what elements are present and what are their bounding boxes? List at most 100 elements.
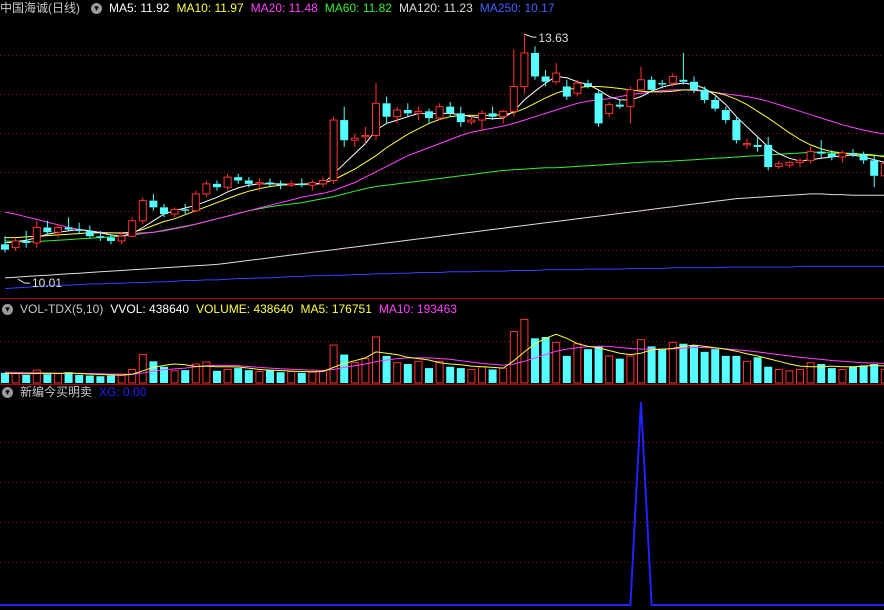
chevron-down-icon[interactable]: ▾	[91, 2, 102, 14]
candle-body	[679, 79, 688, 82]
volume-bar-40	[425, 368, 433, 383]
volume-bar-52	[552, 341, 561, 384]
volume-bar-72	[764, 366, 773, 383]
volume-bar-8	[85, 375, 94, 383]
indicator-values: XG: 0.00	[99, 384, 153, 400]
volume-bar-2	[22, 374, 31, 383]
candle-52	[552, 63, 561, 85]
candle-body	[870, 160, 879, 176]
candle-body	[859, 154, 868, 161]
candle-14	[149, 193, 158, 211]
volume-bar-37	[393, 362, 402, 384]
candle-56	[594, 89, 603, 127]
candle-36	[382, 96, 391, 124]
candle-30	[319, 177, 327, 188]
candle-58	[615, 99, 624, 109]
candle-body	[753, 144, 762, 147]
volume-values: VVOL: 438640 VOLUME: 438640 MA5: 176751 MA1…	[110, 301, 464, 317]
candle-body	[467, 119, 476, 123]
candle-body	[806, 151, 815, 161]
volume-bar-28	[297, 372, 306, 383]
candle-body	[849, 152, 857, 155]
candle-79	[838, 150, 847, 163]
candle-45	[478, 110, 486, 131]
candle-13	[138, 197, 147, 225]
candle-49	[520, 34, 529, 94]
volume-bar-22	[234, 368, 243, 383]
candle-64	[679, 52, 688, 85]
candle-body	[107, 237, 115, 241]
candle-18	[191, 190, 200, 213]
candle-body	[170, 208, 179, 215]
candle-26	[276, 180, 285, 190]
volume-bar-17	[181, 370, 190, 383]
volume-bar-49	[520, 318, 529, 384]
volume-bar-55	[584, 349, 592, 383]
candle-body	[594, 93, 603, 124]
candle-body	[743, 143, 751, 146]
candle-body	[647, 79, 656, 90]
volume-bar-20	[213, 370, 221, 383]
indicator-label-0: XG: 0.00	[99, 385, 147, 399]
candle-body	[244, 180, 253, 184]
candle-12	[128, 217, 137, 238]
candle-body	[435, 106, 444, 119]
volume-bar-30	[319, 370, 327, 384]
volume-bar-44	[467, 368, 476, 384]
candle-body	[584, 83, 592, 87]
candle-body	[552, 72, 561, 83]
volume-bar-66	[700, 351, 709, 383]
volume-bar-5	[54, 373, 62, 384]
volume-bar-70	[743, 360, 751, 384]
candle-body	[297, 183, 306, 186]
candle-body	[149, 200, 158, 208]
candle-body	[54, 227, 62, 233]
candle-body	[732, 120, 741, 141]
candle-22	[234, 173, 243, 184]
volume-bar-7	[75, 374, 84, 383]
candle-29	[308, 179, 317, 191]
volume-moving-averages	[4, 333, 884, 376]
volume-bar-60	[637, 339, 645, 384]
volume-bar-76	[806, 362, 815, 384]
volume-bar-59	[626, 355, 635, 384]
candle-66	[700, 86, 709, 104]
volume-bar-67	[711, 349, 720, 383]
candle-body	[838, 152, 847, 158]
candle-35	[372, 83, 380, 141]
candle-38	[403, 103, 412, 117]
volume-bar-14	[149, 361, 158, 383]
volume-label-0: VVOL: 438640	[110, 302, 190, 316]
volume-bar-57	[605, 355, 614, 384]
candle-body	[361, 135, 370, 138]
ma-label-4: MA120: 11.23	[398, 1, 473, 15]
volume-bar-27	[287, 370, 296, 384]
volume-bar-79	[838, 368, 847, 384]
candle-body	[22, 240, 31, 243]
indicator-series	[0, 401, 884, 606]
candle-body	[721, 110, 730, 121]
low-price-label: 10.01	[32, 276, 62, 290]
volume-bar-56	[594, 346, 603, 383]
candle-body	[796, 159, 804, 163]
candle-72	[764, 136, 773, 171]
low-marker-line	[17, 278, 30, 284]
candlestick-series[interactable]	[1, 34, 884, 253]
main-legend: 中国海诚(日线) ▾ MA5: 11.92 MA10: 11.97 MA20: 11…	[0, 0, 562, 16]
volume-bar-39	[414, 360, 423, 384]
chevron-down-icon[interactable]: ▾	[2, 303, 13, 315]
volume-bar-74	[785, 370, 794, 384]
ma-label-1: MA10: 11.97	[176, 1, 244, 15]
candle-body	[637, 79, 645, 91]
chevron-down-icon[interactable]: ▾	[2, 386, 13, 398]
candle-body	[223, 176, 232, 188]
candle-69	[732, 116, 741, 144]
volume-bar-65	[690, 345, 698, 383]
volume-bar-24	[255, 370, 264, 384]
candle-76	[806, 146, 815, 164]
volume-bar-80	[849, 366, 857, 383]
ma5-line	[4, 75, 884, 244]
candle-body	[605, 104, 614, 114]
volume-bar-41	[435, 360, 444, 384]
ma-values: MA5: 11.92 MA10: 11.97 MA20: 11.48 MA60: 11…	[109, 0, 562, 16]
